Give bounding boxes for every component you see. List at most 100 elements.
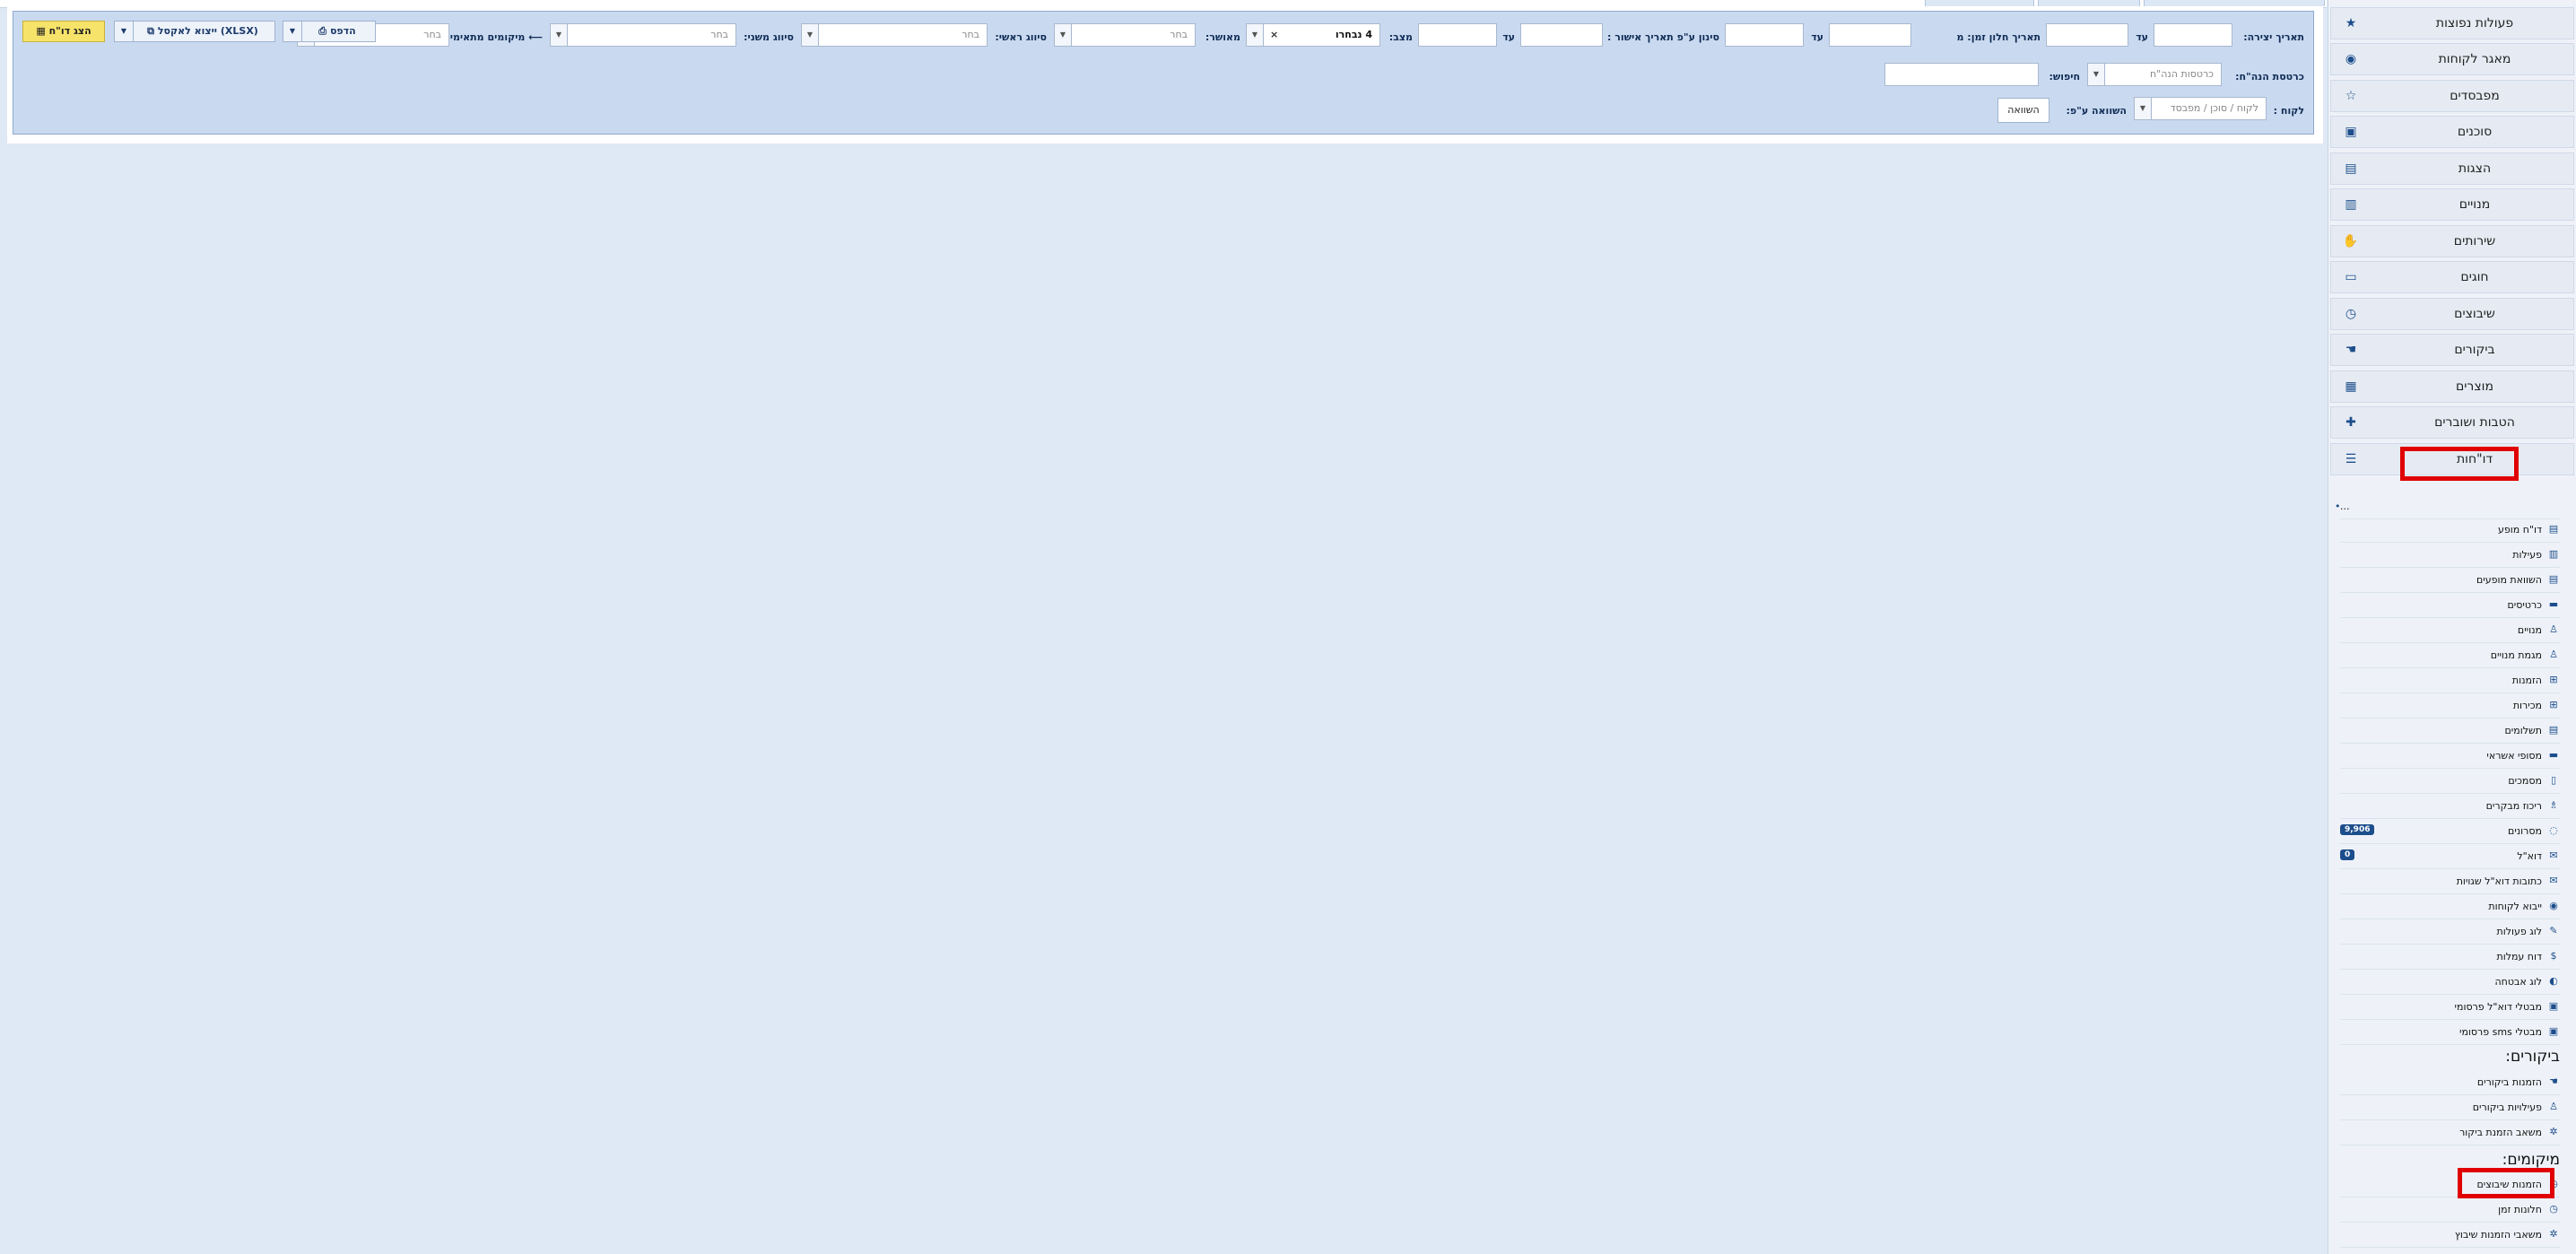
user-box-icon: ▣ xyxy=(2548,1000,2559,1012)
sidebar-sub-item[interactable]: ◷ חלונות זמן xyxy=(2340,1198,2560,1223)
person-icon: ♙ xyxy=(2549,1101,2558,1112)
count-badge: 0 xyxy=(2340,849,2355,860)
sidebar-sub-item[interactable]: ♗ ריכוז מבקרים xyxy=(2340,795,2560,819)
sidebar-sub-item[interactable]: ▬ מסופי אשראי xyxy=(2340,745,2560,769)
approved-select[interactable]: בחר ▼ xyxy=(1054,23,1196,47)
creation-date-from-input[interactable] xyxy=(2154,23,2232,47)
sidebar-sub-item-label: כרטיסים xyxy=(2507,599,2542,611)
user-circle-icon: ◉ xyxy=(2345,52,2357,66)
sidebar-item[interactable]: הטבות ושוברים ✚ xyxy=(2330,406,2574,439)
sidebar-sub-item[interactable]: ▬ כרטיסים xyxy=(2340,594,2560,618)
sidebar-sub-item[interactable]: ✉ דוא"ל 0 xyxy=(2340,845,2560,869)
sidebar-sub-item[interactable]: ♙ מגמת מנויים xyxy=(2340,644,2560,668)
sidebar-sub-item-label: דוח עמלות xyxy=(2496,951,2542,962)
creation-date-to-input[interactable] xyxy=(2046,23,2128,47)
status-select[interactable]: 4 נבחרו × ▼ xyxy=(1246,23,1380,47)
search-input[interactable] xyxy=(1884,63,2039,86)
chevron-down-icon[interactable]: ▼ xyxy=(283,22,302,41)
chevron-down-icon[interactable]: ▼ xyxy=(551,24,568,46)
print-button[interactable]: ▼ ⎙ הדפס xyxy=(283,21,376,42)
table-icon: ▦ xyxy=(36,25,46,37)
sidebar-sub-item[interactable]: ▯ מסמכים xyxy=(2340,770,2560,794)
sidebar-item[interactable]: ביקורים ☚ xyxy=(2330,334,2574,366)
creation-date-until-label: עד xyxy=(2136,31,2148,43)
sidebar-sub-item[interactable]: ⊞ הזמנות xyxy=(2340,669,2560,693)
search-label: חיפוש: xyxy=(2049,71,2080,83)
sidebar-sub-item[interactable]: $ דוח עמלות xyxy=(2340,945,2560,970)
briefcase-icon: ▣ xyxy=(2345,125,2357,139)
sidebar-sub-item[interactable]: ✲ משאבי הזמנות שיבוץ xyxy=(2340,1224,2560,1248)
sidebar-sub-item-label: מכירות xyxy=(2512,700,2542,711)
chevron-down-icon[interactable]: ▼ xyxy=(1055,24,1072,46)
ellipsis-text: ... xyxy=(2340,501,2350,512)
sidebar-item[interactable]: מנויים ▥ xyxy=(2330,188,2574,221)
main-category-select[interactable]: בחר ▼ xyxy=(801,23,988,47)
sidebar-sub-item[interactable]: ▤ תשלומים xyxy=(2340,719,2560,744)
compare-label: השוואה ע"פ: xyxy=(2066,105,2127,117)
sub-category-select[interactable]: בחר ▼ xyxy=(550,23,736,47)
compare-button[interactable]: השוואה xyxy=(1997,98,2049,123)
table-icon: ☰ xyxy=(2345,452,2357,466)
approval-date-to-input[interactable] xyxy=(1418,23,1497,47)
chevron-down-icon[interactable]: ▼ xyxy=(1247,24,1264,46)
sidebar-item[interactable]: הצגות ▤ xyxy=(2330,152,2574,185)
receipt-icon: ▤ xyxy=(2548,724,2559,736)
sidebar-item[interactable]: חוגים ▭ xyxy=(2330,261,2574,293)
approved-label: מאושר: xyxy=(1205,31,1240,43)
status-clear-icon[interactable]: × xyxy=(1270,24,1278,46)
sidebar-item[interactable]: מוצרים ▦ xyxy=(2330,370,2574,403)
show-report-button[interactable]: ▦ הצג דו"ח xyxy=(22,21,105,42)
sidebar-sub-item[interactable]: ✲ משאב הזמנת ביקור xyxy=(2340,1121,2560,1145)
sidebar-item[interactable]: סוכנים ▣ xyxy=(2330,116,2574,148)
person-icon: ♙ xyxy=(2549,623,2558,635)
sidebar-sub-item[interactable]: ♙ פעילויות ביקורים xyxy=(2340,1096,2560,1120)
sidebar-sub-item-label: מגמת מנויים xyxy=(2490,649,2542,661)
time-window-from-input[interactable] xyxy=(1829,23,1911,47)
sidebar: פעולות נפוצות ★ מאגר לקוחות ◉ מפבסדים ☆ סוכנים… xyxy=(2328,0,2576,1254)
sidebar-item[interactable]: מפבסדים ☆ xyxy=(2330,80,2574,112)
dollar-icon: $ xyxy=(2550,950,2557,962)
sidebar-item-label: מנויים xyxy=(2459,197,2491,212)
receipt-card-select[interactable]: כרטסות הנה"ח ▼ xyxy=(2087,63,2222,86)
top-tab[interactable] xyxy=(1925,0,2034,6)
sidebar-item-label: הטבות ושוברים xyxy=(2434,415,2515,430)
approval-date-until-label: עד xyxy=(1502,31,1515,43)
sidebar-sub-item[interactable]: ▣ מבטלי sms פרסומי xyxy=(2340,1021,2560,1045)
sidebar-sub-item[interactable]: ▣ מבטלי דוא"ל פרסומי xyxy=(2340,996,2560,1020)
sidebar-sub-item[interactable]: ♙ מנויים xyxy=(2340,619,2560,643)
chalkboard-icon: ▭ xyxy=(2345,270,2357,284)
sidebar-sub-item[interactable]: ◐ לוג אבטחה xyxy=(2340,971,2560,995)
sidebar-sub-item-label: לוג אבטחה xyxy=(2494,976,2543,988)
sidebar-item[interactable]: שיבוצים ◷ xyxy=(2330,298,2574,330)
approval-date-from-input[interactable] xyxy=(1520,23,1603,47)
sidebar-sub-item[interactable]: ▤ דו"ח מופע xyxy=(2340,518,2560,543)
sidebar-sub-item[interactable]: ⊞ מכירות xyxy=(2340,694,2560,718)
id-card-icon: ▥ xyxy=(2345,197,2357,212)
hand-icon: ☚ xyxy=(2549,1075,2558,1087)
time-window-until-label: עד xyxy=(1811,31,1823,43)
sidebar-sub-item[interactable]: ◌ מסרונים 9,906 xyxy=(2340,820,2560,844)
chevron-down-icon[interactable]: ▼ xyxy=(2135,98,2152,119)
chevron-down-icon[interactable]: ▼ xyxy=(802,24,819,46)
chevron-down-icon[interactable]: ▼ xyxy=(115,22,134,41)
sidebar-sub-item[interactable]: ✉ כתובות דוא"ל שגויות xyxy=(2340,870,2560,894)
status-select-value: 4 נבחרו xyxy=(1335,29,1372,40)
chevron-down-icon[interactable]: ▼ xyxy=(2088,64,2105,85)
sidebar-sub-item[interactable]: ◉ ייבוא לקוחות xyxy=(2340,895,2560,919)
sidebar-sub-item[interactable]: ✎ לוג פעולות xyxy=(2340,920,2560,945)
customer-select[interactable]: לקוח / סוכן / מפבסד ▼ xyxy=(2134,97,2267,120)
clock-icon: ◷ xyxy=(2549,1203,2558,1215)
sidebar-sub-item[interactable]: ☚ הזמנות ביקורים xyxy=(2340,1071,2560,1095)
wrench-icon: ✎ xyxy=(2549,925,2558,936)
sidebar-item[interactable]: שירותים ✋ xyxy=(2330,225,2574,257)
sidebar-sub-item[interactable]: ▤ השוואת מופעים xyxy=(2340,569,2560,593)
export-excel-button[interactable]: ▼ ⧉ ייצוא לאקסל (XLSX) xyxy=(114,21,275,42)
top-tab[interactable] xyxy=(2038,0,2140,6)
sidebar-item[interactable]: מאגר לקוחות ◉ xyxy=(2330,43,2574,75)
top-tab[interactable] xyxy=(2144,0,2325,6)
reports-ellipsis[interactable]: ... • xyxy=(2335,495,2560,519)
sidebar-item[interactable]: פעולות נפוצות ★ xyxy=(2330,7,2574,39)
filter-panel: תאריך יצירה: עד תאריך חלון זמן: מ עד סינ… xyxy=(13,11,2314,135)
time-window-to-input[interactable] xyxy=(1725,23,1804,47)
sidebar-sub-item[interactable]: ▥ פעילות xyxy=(2340,544,2560,568)
